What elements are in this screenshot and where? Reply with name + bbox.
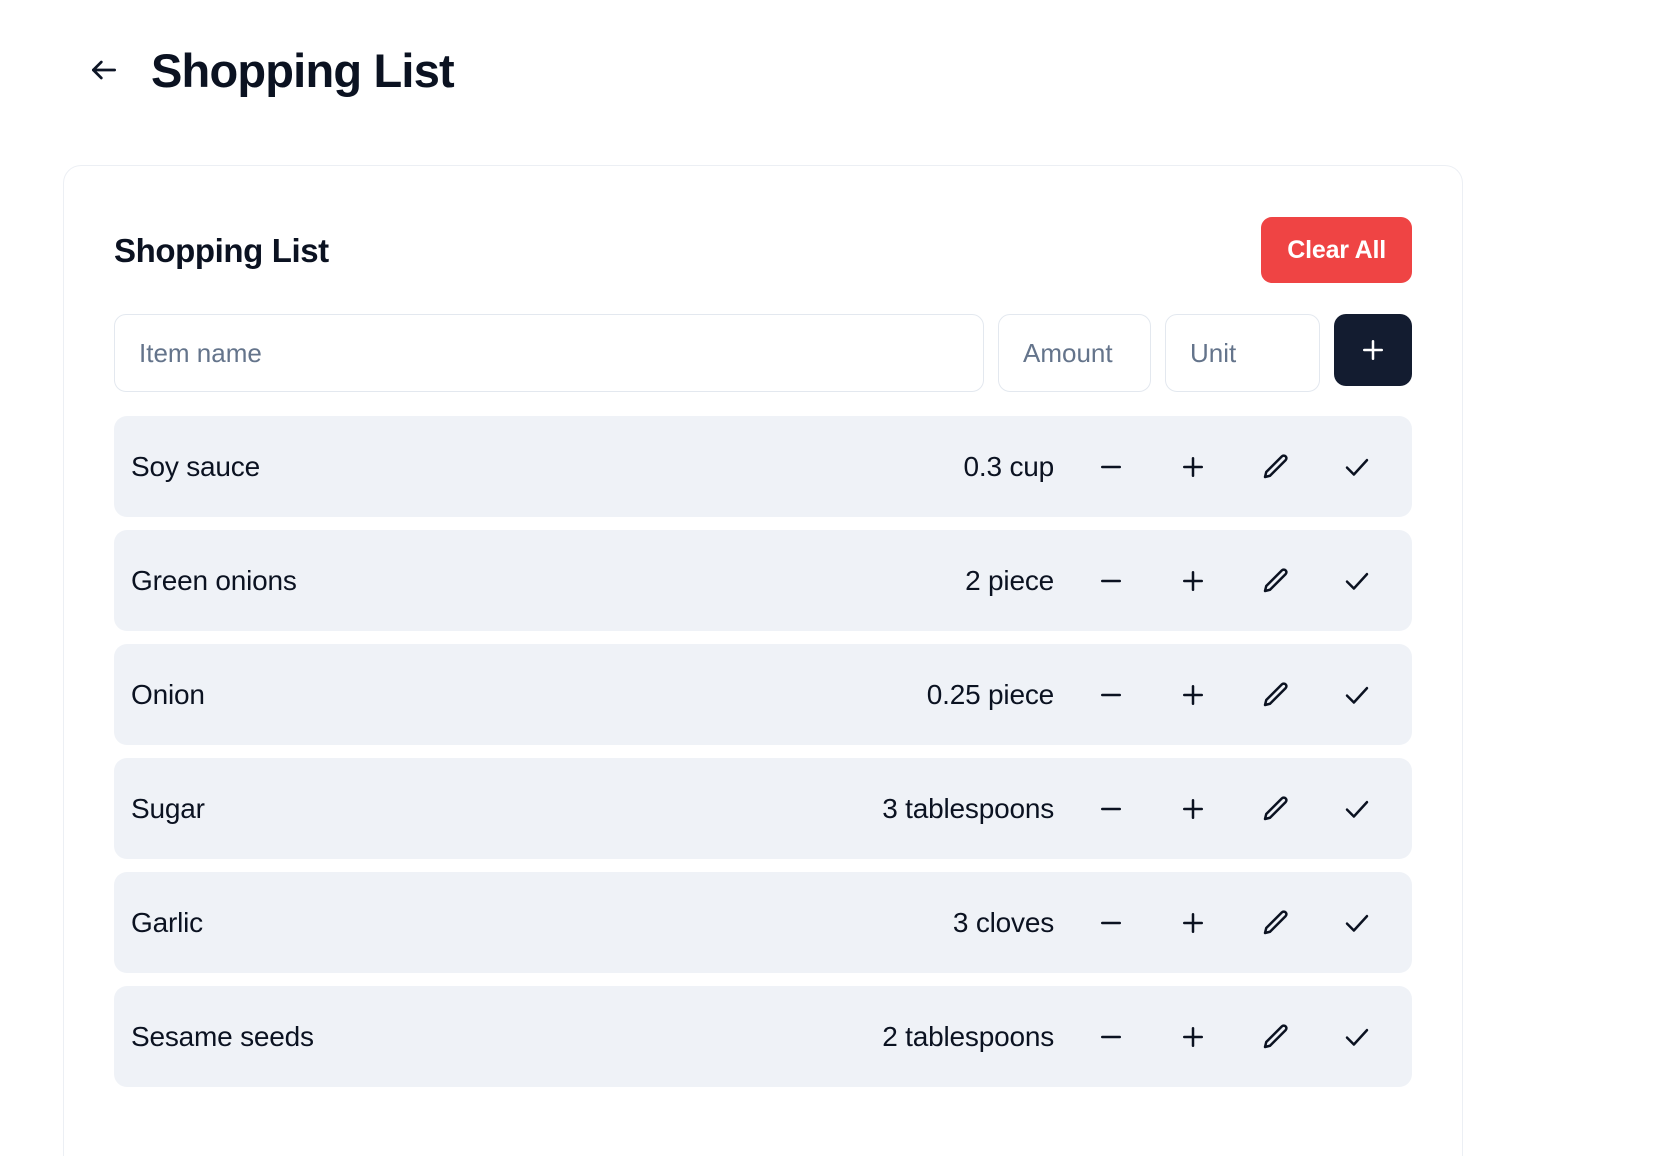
row-action-group xyxy=(1084,554,1384,608)
minus-icon xyxy=(1096,680,1126,710)
app-header: Shopping List xyxy=(0,0,1658,140)
item-quantity-label: 2 tablespoons xyxy=(882,1021,1054,1053)
decrease-quantity-button[interactable] xyxy=(1084,440,1138,494)
table-row[interactable]: Green onions 2 piece xyxy=(114,530,1412,631)
edit-item-button[interactable] xyxy=(1248,896,1302,950)
table-row[interactable]: Sesame seeds 2 tablespoons xyxy=(114,986,1412,1087)
increase-quantity-button[interactable] xyxy=(1166,896,1220,950)
minus-icon xyxy=(1096,794,1126,824)
row-action-group xyxy=(1084,896,1384,950)
item-quantity-label: 0.25 piece xyxy=(927,679,1054,711)
pencil-icon xyxy=(1260,680,1290,710)
item-name-label: Onion xyxy=(131,679,927,711)
item-quantity-label: 2 piece xyxy=(965,565,1054,597)
minus-icon xyxy=(1096,1022,1126,1052)
plus-icon xyxy=(1178,452,1208,482)
table-row[interactable]: Sugar 3 tablespoons xyxy=(114,758,1412,859)
amount-input[interactable] xyxy=(998,314,1151,392)
table-row[interactable]: Garlic 3 cloves xyxy=(114,872,1412,973)
row-action-group xyxy=(1084,1010,1384,1064)
check-icon xyxy=(1342,794,1372,824)
increase-quantity-button[interactable] xyxy=(1166,554,1220,608)
page-title: Shopping List xyxy=(151,47,454,94)
add-item-form xyxy=(114,314,1412,392)
mark-done-button[interactable] xyxy=(1330,554,1384,608)
edit-item-button[interactable] xyxy=(1248,554,1302,608)
item-quantity-label: 0.3 cup xyxy=(964,451,1054,483)
edit-item-button[interactable] xyxy=(1248,782,1302,836)
item-name-label: Sugar xyxy=(131,793,882,825)
item-name-input[interactable] xyxy=(114,314,984,392)
row-action-group xyxy=(1084,440,1384,494)
increase-quantity-button[interactable] xyxy=(1166,782,1220,836)
minus-icon xyxy=(1096,566,1126,596)
card-header: Shopping List Clear All xyxy=(114,214,1412,286)
clear-all-button[interactable]: Clear All xyxy=(1261,217,1412,283)
increase-quantity-button[interactable] xyxy=(1166,440,1220,494)
pencil-icon xyxy=(1260,566,1290,596)
decrease-quantity-button[interactable] xyxy=(1084,668,1138,722)
row-action-group xyxy=(1084,782,1384,836)
plus-icon xyxy=(1178,794,1208,824)
plus-icon xyxy=(1178,566,1208,596)
unit-input[interactable] xyxy=(1165,314,1320,392)
mark-done-button[interactable] xyxy=(1330,440,1384,494)
shopping-item-list: Soy sauce 0.3 cup xyxy=(114,416,1412,1087)
pencil-icon xyxy=(1260,452,1290,482)
decrease-quantity-button[interactable] xyxy=(1084,782,1138,836)
item-name-label: Green onions xyxy=(131,565,965,597)
plus-icon xyxy=(1178,908,1208,938)
mark-done-button[interactable] xyxy=(1330,1010,1384,1064)
plus-icon xyxy=(1178,680,1208,710)
row-action-group xyxy=(1084,668,1384,722)
card-title: Shopping List xyxy=(114,234,329,267)
plus-icon xyxy=(1178,1022,1208,1052)
increase-quantity-button[interactable] xyxy=(1166,1010,1220,1064)
back-button[interactable] xyxy=(82,48,126,92)
edit-item-button[interactable] xyxy=(1248,668,1302,722)
pencil-icon xyxy=(1260,794,1290,824)
mark-done-button[interactable] xyxy=(1330,896,1384,950)
item-quantity-label: 3 tablespoons xyxy=(882,793,1054,825)
table-row[interactable]: Soy sauce 0.3 cup xyxy=(114,416,1412,517)
decrease-quantity-button[interactable] xyxy=(1084,1010,1138,1064)
item-quantity-label: 3 cloves xyxy=(953,907,1054,939)
check-icon xyxy=(1342,680,1372,710)
check-icon xyxy=(1342,566,1372,596)
mark-done-button[interactable] xyxy=(1330,668,1384,722)
shopping-list-page: Shopping List Shopping List Clear All So… xyxy=(0,0,1658,1156)
table-row[interactable]: Onion 0.25 piece xyxy=(114,644,1412,745)
shopping-list-card: Shopping List Clear All Soy sauce 0.3 cu… xyxy=(63,165,1463,1156)
item-name-label: Sesame seeds xyxy=(131,1021,882,1053)
increase-quantity-button[interactable] xyxy=(1166,668,1220,722)
minus-icon xyxy=(1096,452,1126,482)
edit-item-button[interactable] xyxy=(1248,440,1302,494)
item-name-label: Soy sauce xyxy=(131,451,964,483)
arrow-left-icon xyxy=(88,54,120,86)
mark-done-button[interactable] xyxy=(1330,782,1384,836)
plus-icon xyxy=(1358,335,1388,365)
item-name-label: Garlic xyxy=(131,907,953,939)
check-icon xyxy=(1342,452,1372,482)
check-icon xyxy=(1342,908,1372,938)
pencil-icon xyxy=(1260,908,1290,938)
pencil-icon xyxy=(1260,1022,1290,1052)
decrease-quantity-button[interactable] xyxy=(1084,554,1138,608)
add-item-button[interactable] xyxy=(1334,314,1412,386)
decrease-quantity-button[interactable] xyxy=(1084,896,1138,950)
check-icon xyxy=(1342,1022,1372,1052)
edit-item-button[interactable] xyxy=(1248,1010,1302,1064)
minus-icon xyxy=(1096,908,1126,938)
